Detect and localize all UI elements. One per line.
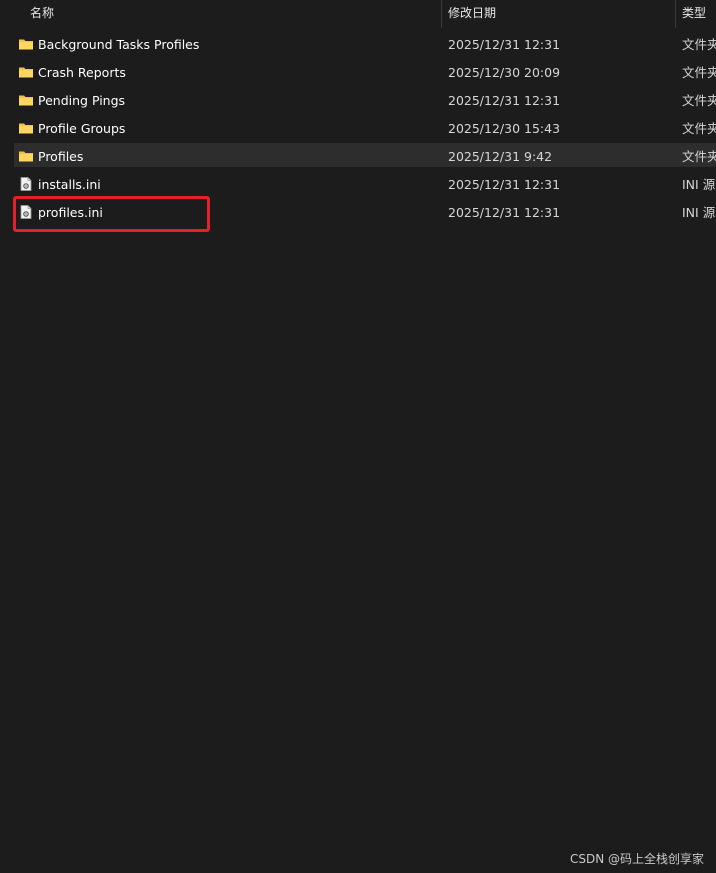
file-type: INI 源 — [682, 177, 716, 192]
file-row-pending-pings[interactable]: Pending Pings 2025/12/31 12:31 文件夹 — [0, 87, 716, 115]
folder-icon — [19, 67, 33, 78]
folder-icon — [19, 39, 33, 50]
folder-icon — [19, 123, 33, 134]
file-name: Pending Pings — [38, 93, 126, 108]
file-name: Background Tasks Profiles — [38, 37, 200, 52]
file-name: installs.ini — [38, 177, 101, 192]
file-list: Background Tasks Profiles 2025/12/31 12:… — [0, 31, 716, 227]
file-date: 2025/12/31 12:31 — [448, 37, 561, 52]
file-type: 文件夹 — [682, 65, 716, 80]
file-type: 文件夹 — [682, 149, 716, 164]
file-name: Profile Groups — [38, 121, 126, 136]
column-divider[interactable] — [441, 0, 442, 28]
file-row-installs-ini[interactable]: installs.ini 2025/12/31 12:31 INI 源 — [0, 171, 716, 199]
folder-icon — [19, 95, 33, 106]
file-date: 2025/12/31 12:31 — [448, 177, 561, 192]
column-header: 名称 ^ 修改日期 类型 — [0, 0, 716, 28]
ini-file-icon — [20, 205, 32, 219]
file-name: profiles.ini — [38, 205, 103, 220]
file-type: 文件夹 — [682, 121, 716, 136]
file-name: Crash Reports — [38, 65, 126, 80]
watermark: CSDN @码上全栈创享家 — [569, 852, 704, 866]
column-header-type[interactable]: 类型 — [682, 0, 706, 28]
file-row-profiles[interactable]: Profiles 2025/12/31 9:42 文件夹 — [0, 143, 716, 171]
column-header-date-modified[interactable]: 修改日期 — [448, 0, 496, 28]
file-date: 2025/12/31 12:31 — [448, 205, 561, 220]
file-type: 文件夹 — [682, 37, 716, 52]
file-name: Profiles — [38, 149, 84, 164]
column-divider[interactable] — [675, 0, 676, 28]
file-row-crash-reports[interactable]: Crash Reports 2025/12/30 20:09 文件夹 — [0, 59, 716, 87]
file-date: 2025/12/31 9:42 — [448, 149, 553, 164]
file-row-profiles-ini[interactable]: profiles.ini 2025/12/31 12:31 INI 源 — [0, 199, 716, 227]
file-date: 2025/12/31 12:31 — [448, 93, 561, 108]
file-type: INI 源 — [682, 205, 716, 220]
file-row-background-tasks-profiles[interactable]: Background Tasks Profiles 2025/12/31 12:… — [0, 31, 716, 59]
file-type: 文件夹 — [682, 93, 716, 108]
file-date: 2025/12/30 15:43 — [448, 121, 561, 136]
ini-file-icon — [20, 177, 32, 191]
file-date: 2025/12/30 20:09 — [448, 65, 561, 80]
sort-ascending-icon: ^ — [228, 0, 236, 7]
file-row-profile-groups[interactable]: Profile Groups 2025/12/30 15:43 文件夹 — [0, 115, 716, 143]
folder-icon — [19, 151, 33, 162]
column-header-name[interactable]: 名称 — [30, 0, 54, 28]
